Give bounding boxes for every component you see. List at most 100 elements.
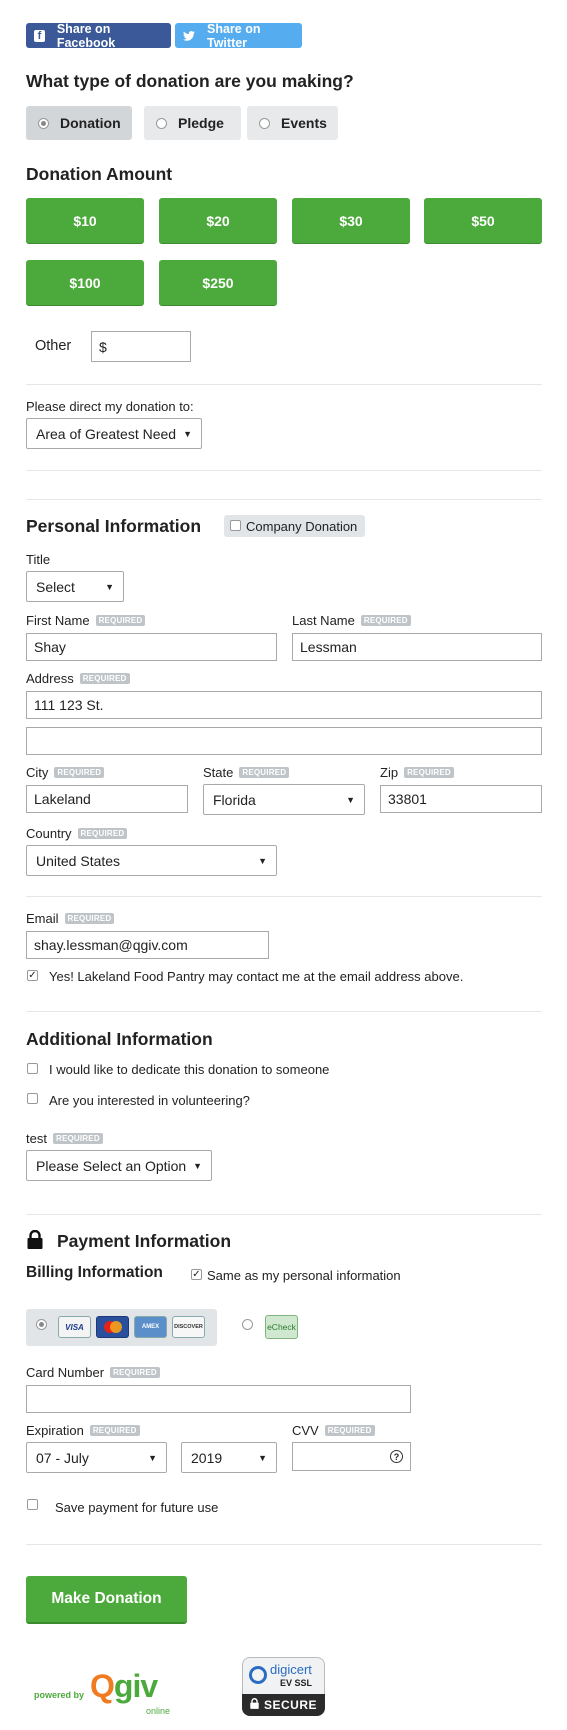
divider: [26, 896, 542, 897]
expiration-year-select[interactable]: 2019 ▼: [181, 1442, 277, 1473]
lock-icon: [250, 1698, 259, 1712]
country-select[interactable]: United States ▼: [26, 845, 277, 876]
discover-icon: DISCOVER: [172, 1316, 205, 1338]
email-input[interactable]: shay.lessman@qgiv.com: [26, 931, 269, 959]
test-select[interactable]: Please Select an Option ▼: [26, 1150, 212, 1181]
cvv-input[interactable]: ?: [292, 1442, 411, 1471]
save-payment-label: Save payment for future use: [55, 1500, 219, 1515]
expiration-label: Expiration REQUIRED: [26, 1423, 140, 1438]
card-number-label: Card Number REQUIRED: [26, 1365, 160, 1380]
qgiv-logo[interactable]: powered by Qgiv online: [34, 1666, 184, 1716]
donation-amount-heading: Donation Amount: [26, 164, 173, 184]
echeck-radio[interactable]: [242, 1319, 253, 1330]
other-amount-label: Other: [35, 338, 72, 354]
required-badge: REQUIRED: [324, 1425, 375, 1436]
personal-info-heading: Personal Information: [26, 516, 202, 536]
credit-card-option[interactable]: VISA AMEX DISCOVER: [26, 1309, 217, 1346]
amount-100-button[interactable]: $100: [26, 260, 144, 306]
donation-type-heading: What type of donation are you making?: [26, 71, 354, 91]
share-twitter-button[interactable]: Share on Twitter: [175, 22, 302, 50]
chevron-down-icon: ▼: [346, 794, 355, 805]
address-line1-input[interactable]: 111 123 St.: [26, 691, 542, 719]
contact-consent-checkbox[interactable]: ✓: [27, 970, 38, 981]
first-name-input[interactable]: Shay: [26, 633, 277, 661]
expiration-month-select[interactable]: 07 - July ▼: [26, 1442, 167, 1473]
amount-10-button[interactable]: $10: [26, 198, 144, 244]
type-donation-option[interactable]: Donation: [26, 106, 132, 140]
divider: [26, 470, 542, 471]
divider: [26, 499, 542, 500]
dedicate-checkbox[interactable]: [27, 1063, 38, 1074]
address-label: Address REQUIRED: [26, 671, 130, 686]
donation-radio[interactable]: [38, 117, 49, 129]
make-donation-button[interactable]: Make Donation: [26, 1576, 187, 1624]
help-icon[interactable]: ?: [390, 1450, 403, 1463]
amount-250-button[interactable]: $250: [159, 260, 277, 306]
divider: [26, 1544, 542, 1545]
pledge-radio[interactable]: [156, 117, 167, 129]
lock-icon: [27, 1229, 43, 1252]
mastercard-icon: [96, 1316, 129, 1338]
zip-label: Zip REQUIRED: [380, 765, 454, 780]
type-pledge-option[interactable]: Pledge: [144, 106, 241, 140]
direct-donation-select[interactable]: Area of Greatest Need ▼: [26, 418, 202, 449]
events-radio[interactable]: [259, 117, 270, 129]
last-name-label: Last Name REQUIRED: [292, 613, 411, 628]
cvv-label: CVV REQUIRED: [292, 1423, 375, 1438]
chevron-down-icon: ▼: [148, 1452, 157, 1463]
country-label: Country REQUIRED: [26, 826, 128, 841]
volunteer-checkbox[interactable]: [27, 1093, 38, 1104]
amex-icon: AMEX: [134, 1316, 167, 1338]
card-number-input[interactable]: [26, 1385, 411, 1413]
other-amount-input[interactable]: $: [91, 331, 191, 362]
chevron-down-icon: ▼: [105, 581, 114, 592]
last-name-input[interactable]: Lessman: [292, 633, 542, 661]
amount-30-button[interactable]: $30: [292, 198, 410, 244]
required-badge: REQUIRED: [239, 767, 290, 778]
digicert-seal[interactable]: digicert EV SSL SECURE: [242, 1657, 325, 1716]
save-payment-checkbox[interactable]: [27, 1499, 38, 1510]
company-donation-checkbox[interactable]: [230, 520, 241, 531]
required-badge: REQUIRED: [79, 673, 130, 684]
title-label: Title: [26, 552, 51, 567]
title-select[interactable]: Select ▼: [26, 571, 124, 602]
amount-20-button[interactable]: $20: [159, 198, 277, 244]
divider: [26, 1214, 542, 1215]
visa-icon: VISA: [58, 1316, 91, 1338]
state-label: State REQUIRED: [203, 765, 290, 780]
state-select[interactable]: Florida ▼: [203, 784, 365, 815]
city-input[interactable]: Lakeland: [26, 785, 188, 813]
additional-info-heading: Additional Information: [26, 1029, 213, 1049]
required-badge: REQUIRED: [54, 767, 105, 778]
direct-label: Please direct my donation to:: [26, 399, 194, 414]
email-label: Email REQUIRED: [26, 911, 115, 926]
credit-card-radio[interactable]: [36, 1319, 47, 1330]
divider: [26, 384, 542, 385]
city-label: City REQUIRED: [26, 765, 105, 780]
address-line2-input[interactable]: [26, 727, 542, 755]
contact-consent-label: Yes! Lakeland Food Pantry may contact me…: [49, 969, 464, 984]
required-badge: REQUIRED: [110, 1367, 160, 1378]
twitter-icon: [183, 30, 195, 42]
facebook-icon: f: [34, 29, 45, 42]
company-donation-toggle[interactable]: Company Donation: [224, 515, 365, 537]
share-facebook-button[interactable]: f Share on Facebook: [26, 22, 171, 50]
payment-info-heading: Payment Information: [57, 1231, 232, 1251]
echeck-icon[interactable]: eCheck: [265, 1315, 298, 1339]
donation-form: f Share on Facebook Share on Twitter Wha…: [26, 0, 542, 1730]
required-badge: REQUIRED: [95, 615, 146, 626]
required-badge: REQUIRED: [89, 1425, 140, 1436]
required-badge: REQUIRED: [64, 913, 115, 924]
type-events-option[interactable]: Events: [247, 106, 338, 140]
dedicate-label: I would like to dedicate this donation t…: [49, 1062, 330, 1077]
amount-50-button[interactable]: $50: [424, 198, 542, 244]
required-badge: REQUIRED: [77, 828, 128, 839]
same-as-personal-checkbox[interactable]: ✓: [191, 1269, 202, 1280]
volunteer-label: Are you interested in volunteering?: [49, 1093, 250, 1108]
divider: [26, 1011, 542, 1012]
required-badge: REQUIRED: [52, 1133, 103, 1144]
zip-input[interactable]: 33801: [380, 785, 542, 813]
chevron-down-icon: ▼: [258, 1452, 267, 1463]
same-as-personal-label: Same as my personal information: [207, 1268, 401, 1283]
chevron-down-icon: ▼: [183, 428, 192, 439]
